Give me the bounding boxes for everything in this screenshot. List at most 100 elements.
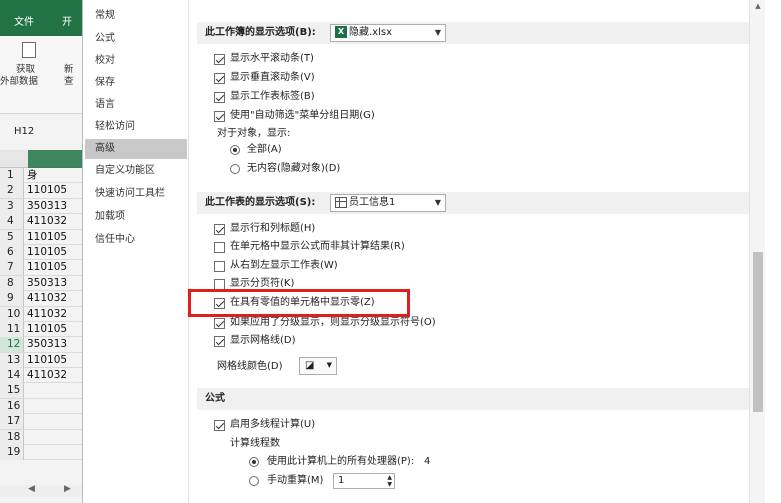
nav-item-3[interactable]: 保存 [85, 73, 187, 93]
multithread-checkbox[interactable] [214, 420, 225, 431]
cell-value[interactable]: 411032 [27, 307, 67, 322]
row-number[interactable]: 11 [0, 321, 24, 337]
nav-item-10[interactable]: 信任中心 [85, 230, 187, 250]
cell-value[interactable]: 110105 [27, 260, 67, 275]
objects-option-1-radio[interactable] [230, 164, 240, 174]
cell-value[interactable]: 411032 [27, 214, 67, 229]
row-number[interactable]: 6 [0, 244, 24, 260]
scroll-left-icon[interactable]: ◀ [28, 484, 35, 494]
manual-threads-radio[interactable] [249, 476, 259, 486]
row-number[interactable]: 18 [0, 429, 24, 445]
cell-value[interactable]: 110105 [27, 183, 67, 198]
vertical-scrollbar[interactable]: ▲ [749, 0, 765, 503]
row-number[interactable]: 4 [0, 214, 24, 230]
scroll-right-icon[interactable]: ▶ [64, 484, 71, 494]
table-row[interactable]: 9 411032 [0, 291, 82, 307]
sheet-option-5-checkbox[interactable] [214, 318, 225, 329]
table-row[interactable]: 2 110105 [0, 183, 82, 199]
scrollbar-thumb[interactable] [753, 252, 763, 412]
workbook-option-2-checkbox[interactable] [214, 92, 225, 103]
nav-item-8[interactable]: 快速访问工具栏 [85, 184, 187, 204]
row-number[interactable]: 3 [0, 198, 24, 214]
cell-value[interactable]: 110105 [27, 230, 67, 245]
nav-item-0[interactable]: 常规 [85, 6, 187, 26]
objects-option-0-radio[interactable] [230, 145, 240, 155]
table-row[interactable]: 6 110105 [0, 244, 82, 261]
table-row[interactable]: 5 110105 [0, 229, 82, 245]
row-number[interactable]: 19 [0, 445, 24, 461]
scroll-up-icon[interactable]: ▲ [753, 2, 763, 12]
cell-value[interactable]: 350313 [27, 276, 67, 291]
row-number[interactable]: 10 [0, 306, 24, 322]
table-row[interactable]: 10 411032 [0, 306, 82, 322]
spinner-arrows-icon[interactable]: ▲ ▼ [387, 474, 392, 488]
nav-item-1[interactable]: 公式 [85, 29, 187, 49]
table-row[interactable]: 14 411032 [0, 368, 82, 384]
cell-value[interactable]: 411032 [27, 368, 67, 383]
all-processors-radio[interactable] [249, 457, 259, 467]
table-row[interactable]: 11 110105 [0, 321, 82, 338]
row-number[interactable]: 8 [0, 275, 24, 291]
row-number[interactable]: 1 [0, 168, 24, 183]
row-number[interactable]: 16 [0, 398, 24, 414]
sheet-option-2-checkbox[interactable] [214, 261, 225, 272]
row-number[interactable]: 5 [0, 229, 24, 245]
cell-value[interactable]: 411032 [27, 291, 67, 306]
name-box[interactable]: H12 [0, 123, 82, 141]
workbook-select[interactable]: X 隐藏.xlsx ▼ [330, 24, 446, 42]
cell-value[interactable]: 110105 [27, 353, 67, 368]
workbook-option-0-checkbox[interactable] [214, 54, 225, 65]
row-number[interactable]: 7 [0, 260, 24, 276]
table-row[interactable]: 16 [0, 398, 82, 415]
row-number[interactable]: 14 [0, 368, 24, 384]
table-row[interactable]: 15 [0, 383, 82, 399]
new-query-label-1[interactable]: 新 [64, 64, 74, 76]
nav-item-9[interactable]: 加载项 [85, 207, 187, 227]
table-row[interactable]: 4 411032 [0, 214, 82, 230]
horizontal-scrollbar[interactable]: ◀ ▶ [0, 484, 82, 497]
table-row[interactable]: 1身 [0, 168, 82, 184]
cell-value[interactable]: 110105 [27, 245, 67, 260]
tab-file[interactable]: 文件 [14, 13, 34, 28]
row-number[interactable]: 2 [0, 183, 24, 199]
row-number[interactable]: 17 [0, 414, 24, 430]
row-number[interactable]: 12 [0, 337, 24, 353]
table-row[interactable]: 17 [0, 414, 82, 430]
tab-start[interactable]: 开 [62, 13, 72, 28]
workbook-option-1-checkbox[interactable] [214, 73, 225, 84]
nav-item-7[interactable]: 自定义功能区 [85, 161, 187, 181]
column-b-header[interactable] [28, 150, 82, 168]
nav-item-4[interactable]: 语言 [85, 95, 187, 115]
manual-threads-input[interactable]: 1 ▲ ▼ [333, 473, 395, 489]
get-data-label-1[interactable]: 获取 [16, 64, 35, 76]
table-row[interactable]: 19 [0, 445, 82, 461]
table-row[interactable]: 7 110105 [0, 260, 82, 276]
nav-item-5[interactable]: 轻松访问 [85, 117, 187, 137]
nav-item-2[interactable]: 校对 [85, 51, 187, 71]
sheet-select[interactable]: 员工信息1 ▼ [330, 194, 446, 212]
row-number[interactable]: 15 [0, 383, 24, 399]
row-number[interactable]: 13 [0, 352, 24, 368]
sheet-option-1-checkbox[interactable] [214, 242, 225, 253]
row-number[interactable]: 9 [0, 291, 24, 307]
nav-item-6[interactable]: 高级 [85, 139, 187, 159]
new-query-label-2[interactable]: 查 [64, 76, 74, 88]
gridline-color-button[interactable]: ◪ ▼ [299, 357, 337, 375]
table-row[interactable]: 3 350313 [0, 198, 82, 215]
table-row[interactable]: 18 [0, 429, 82, 446]
cell-value[interactable]: 110105 [27, 322, 67, 337]
get-data-label-2[interactable]: 外部数据 [0, 76, 38, 88]
objects-display-label: 对于对象，显示: [217, 128, 291, 139]
objects-option-1-label: 无内容(隐藏对象)(D) [247, 163, 341, 174]
table-row[interactable]: 8 350313 [0, 275, 82, 292]
workbook-option-1-label: 显示垂直滚动条(V) [230, 72, 315, 83]
cell-value[interactable]: 350313 [27, 337, 67, 352]
sheet-option-6-checkbox[interactable] [214, 336, 225, 347]
sheet-option-0-checkbox[interactable] [214, 224, 225, 235]
cell-value[interactable]: 350313 [27, 199, 67, 214]
table-row[interactable]: 13 110105 [0, 352, 82, 369]
get-data-icon[interactable] [22, 42, 36, 58]
cell-value[interactable]: 身 [27, 168, 38, 183]
workbook-option-3-checkbox[interactable] [214, 111, 225, 122]
table-row[interactable]: 12 350313 [0, 337, 82, 353]
